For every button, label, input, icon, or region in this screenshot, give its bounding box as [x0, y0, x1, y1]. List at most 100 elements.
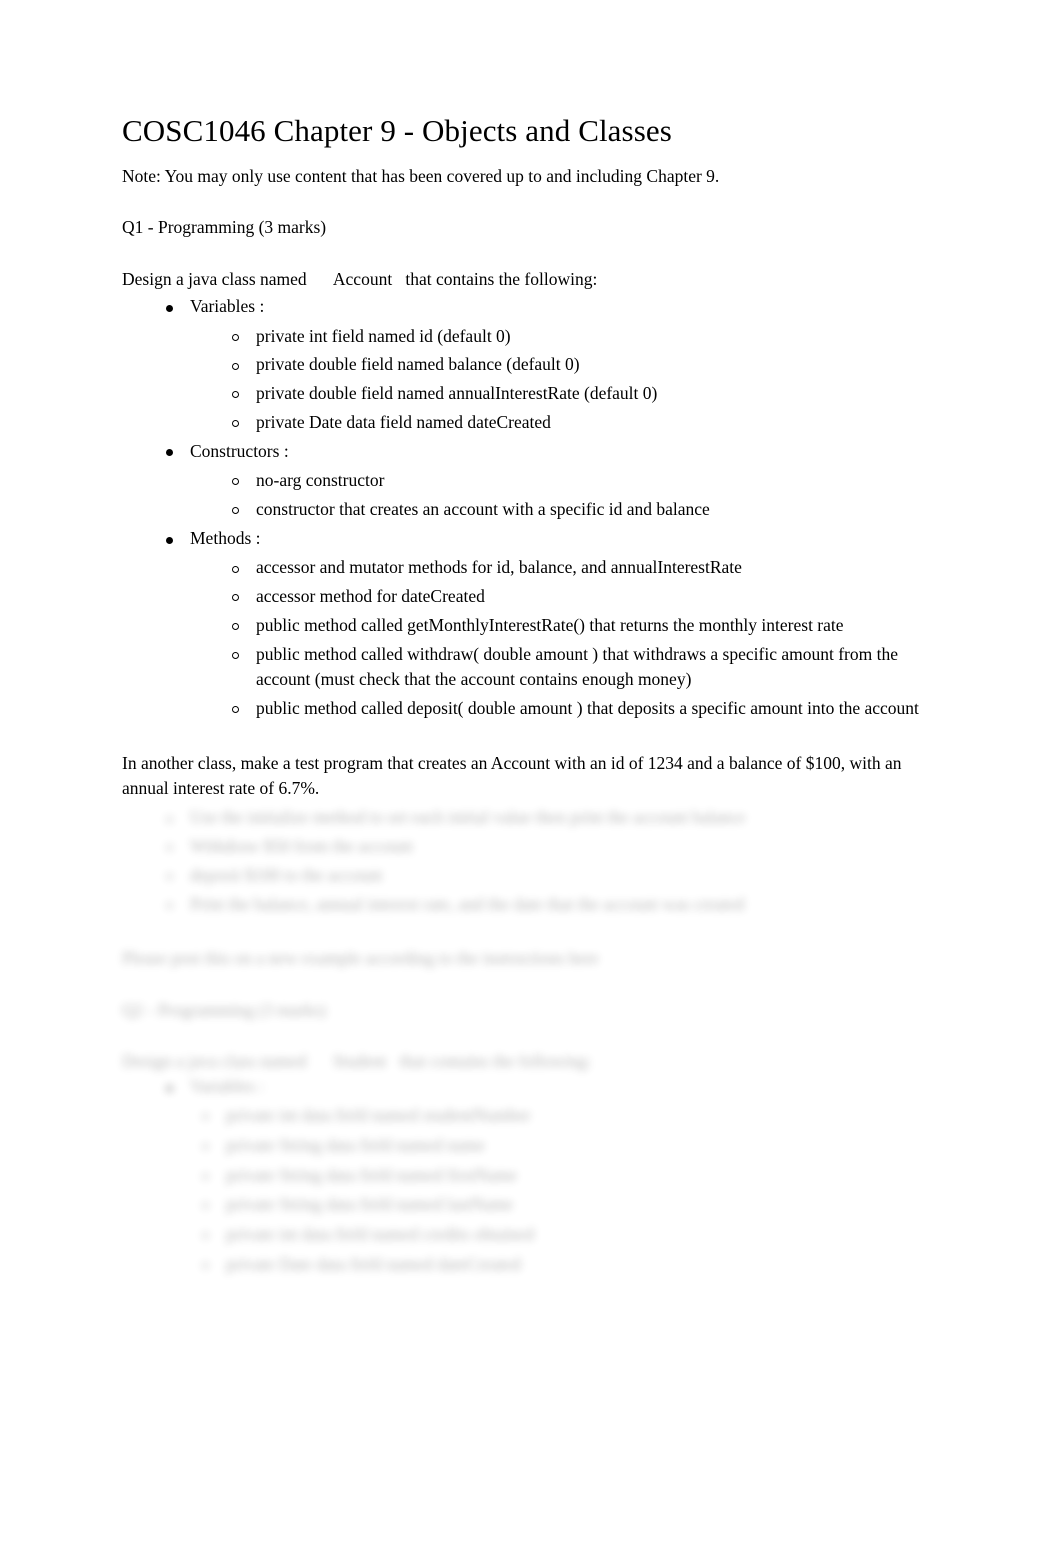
- list-item: public method called withdraw( double am…: [226, 642, 922, 693]
- list-item: Withdraw $50 from the account: [160, 834, 922, 860]
- q1-intro-paragraph: Design a java class named Account that c…: [122, 267, 922, 292]
- note-paragraph: Note: You may only use content that has …: [122, 165, 720, 186]
- sub-item-text: private double field named annualInteres…: [256, 383, 658, 404]
- bullet-circle-icon: [202, 1113, 209, 1121]
- q1-intro-code: [307, 269, 333, 289]
- bullet-circle-icon: [202, 1232, 209, 1240]
- obscured-paragraph: Please post this on a new example accord…: [122, 948, 599, 969]
- document-content: COSC1046 Chapter 9 - Objects and Classes…: [122, 112, 922, 1282]
- document-page: COSC1046 Chapter 9 - Objects and Classes…: [0, 0, 1062, 1561]
- obscured-text: Use the initialize method to set each in…: [190, 807, 746, 828]
- bullet-circle-icon: [232, 565, 239, 573]
- obscured-list-3: private int data field named studentNumb…: [122, 1103, 922, 1277]
- sub-list: accessor and mutator methods for id, bal…: [190, 555, 922, 721]
- bullet-circle-icon: [232, 651, 239, 659]
- bullet-circle-icon: [232, 362, 239, 370]
- list-item: accessor and mutator methods for id, bal…: [226, 555, 922, 581]
- list-item: constructor that creates an account with…: [226, 497, 922, 523]
- bullet-circle-icon: [166, 873, 173, 881]
- sub-item-text: public method called withdraw( double am…: [256, 643, 898, 690]
- bullet-circle-icon: [202, 1172, 209, 1180]
- section-label: Variables :: [190, 295, 265, 316]
- bullet-circle-icon: [232, 333, 239, 341]
- bullet-circle-icon: [166, 844, 173, 852]
- q1-intro-gap: [392, 269, 405, 289]
- obscured-text: private String data field named name: [226, 1134, 486, 1155]
- sub-item-text: public method called deposit( double amo…: [256, 698, 919, 718]
- list-item: private String data field named firstNam…: [196, 1163, 922, 1189]
- bullet-circle-icon: [166, 901, 173, 909]
- list-item: accessor method for dateCreated: [226, 584, 922, 610]
- obscured-q2-intro: Design a java class named Student that c…: [122, 1049, 922, 1074]
- list-item: private String data field named lastName: [196, 1192, 922, 1218]
- page-title: COSC1046 Chapter 9 - Objects and Classes: [122, 113, 672, 148]
- sub-item-text: private int field named id (default 0): [256, 325, 511, 346]
- bullet-disc-icon: [166, 304, 173, 312]
- obscured-list-2: Variables :: [122, 1074, 922, 1100]
- sub-item-text: accessor and mutator methods for id, bal…: [256, 557, 742, 578]
- sub-item-text: accessor method for dateCreated: [256, 586, 485, 607]
- bullet-disc-icon: [166, 536, 173, 544]
- list-item: Constructors : no-arg constructor constr…: [160, 439, 922, 523]
- list-item: Variables : private int field named id (…: [160, 294, 922, 436]
- sub-item-text: public method called getMonthlyInterestR…: [256, 614, 844, 635]
- obscured-text: Withdraw $50 from the account: [190, 836, 413, 857]
- obscured-q2-intro-after: that contains the following:: [399, 1051, 592, 1072]
- bullet-circle-icon: [232, 478, 239, 486]
- bullet-circle-icon: [202, 1143, 209, 1151]
- list-item: public method called deposit( double amo…: [226, 696, 922, 722]
- bullet-circle-icon: [202, 1202, 209, 1210]
- q1-class-name: Account: [332, 268, 393, 289]
- bullet-circle-icon: [232, 419, 239, 427]
- list-item: public method called getMonthlyInterestR…: [226, 613, 922, 639]
- bullet-circle-icon: [232, 507, 239, 515]
- list-item: Variables :: [160, 1074, 922, 1100]
- list-item: private double field named annualInteres…: [226, 381, 922, 407]
- obscured-section-label: Variables :: [190, 1076, 265, 1097]
- sub-item-text: private double field named balance (defa…: [256, 354, 580, 375]
- list-item: Print the balance, annual interest rate,…: [160, 892, 922, 918]
- sub-item-text: private Date data field named dateCreate…: [256, 411, 551, 432]
- obscured-q2-heading: Q2 - Programming (3 marks): [122, 999, 327, 1020]
- bullet-circle-icon: [166, 815, 173, 823]
- q1-intro-before: Design a java class named: [122, 268, 307, 289]
- obscured-text: deposit $100 to the account: [190, 864, 383, 885]
- bullet-circle-icon: [202, 1261, 209, 1269]
- list-item: no-arg constructor: [226, 468, 922, 494]
- list-item: private int field named id (default 0): [226, 324, 922, 350]
- obscured-text: private String data field named lastName: [226, 1194, 514, 1215]
- obscured-text: private int data field named studentNumb…: [226, 1105, 531, 1126]
- q1-intro-after: that contains the following:: [405, 268, 598, 289]
- section-label: Constructors :: [190, 440, 289, 461]
- bullet-disc-icon: [166, 1085, 173, 1093]
- obscured-text: Print the balance, annual interest rate,…: [190, 893, 745, 914]
- sub-list: private int field named id (default 0) p…: [190, 324, 922, 436]
- sub-item-text: constructor that creates an account with…: [256, 498, 710, 519]
- sub-list: no-arg constructor constructor that crea…: [190, 468, 922, 522]
- sub-item-text: no-arg constructor: [256, 470, 385, 491]
- obscured-text: private String data field named firstNam…: [226, 1164, 518, 1185]
- list-item: deposit $100 to the account: [160, 863, 922, 889]
- list-item: private Date data field named dateCreate…: [226, 410, 922, 436]
- bullet-circle-icon: [232, 594, 239, 602]
- obscured-list-1: Use the initialize method to set each in…: [122, 805, 922, 917]
- list-item: Use the initialize method to set each in…: [160, 805, 922, 831]
- obscured-text: private int data field named credits obt…: [226, 1224, 535, 1245]
- list-item: private int data field named studentNumb…: [196, 1103, 922, 1129]
- q1-heading: Q1 - Programming (3 marks): [122, 217, 327, 238]
- requirements-list: Variables : private int field named id (…: [122, 294, 922, 722]
- obscured-q2-intro-before: Design a java class named: [122, 1051, 307, 1072]
- obscured-preview-region: Use the initialize method to set each in…: [122, 805, 922, 1277]
- list-item: private int data field named credits obt…: [196, 1222, 922, 1248]
- obscured-gap: [386, 1051, 399, 1071]
- section-label: Methods :: [190, 527, 261, 548]
- bullet-circle-icon: [232, 391, 239, 399]
- obscured-q2-class-name: Student: [332, 1051, 387, 1072]
- list-item: private Date data field named dateCreate…: [196, 1252, 922, 1278]
